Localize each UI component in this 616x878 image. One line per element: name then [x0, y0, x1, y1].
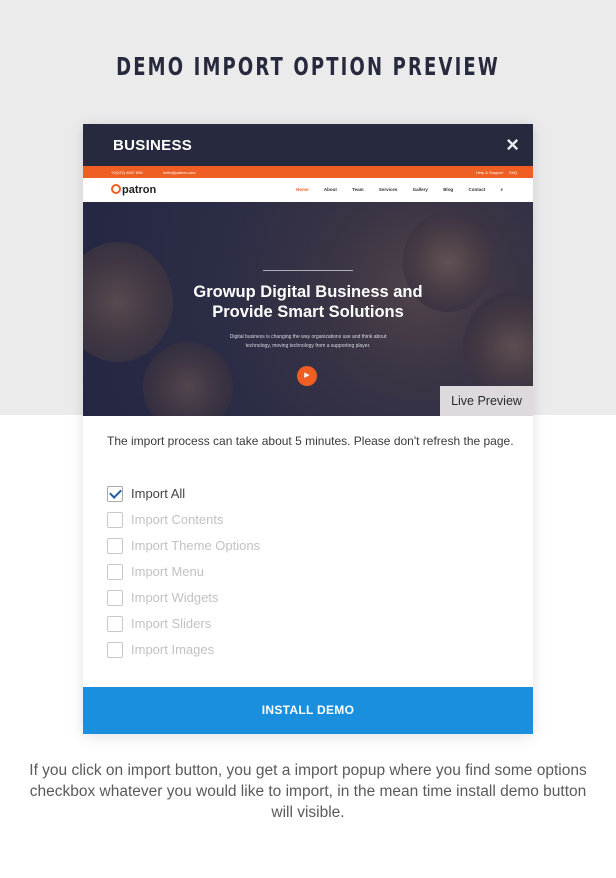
live-preview-button[interactable]: Live Preview — [440, 386, 533, 416]
preview-faq: FAQ — [508, 170, 517, 175]
preview-topbar: +0(123) 4567 890 hello@patron.com Help &… — [83, 166, 533, 178]
option-label: Import Widgets — [131, 590, 219, 605]
preview-nav-item: Team — [352, 187, 364, 192]
preview-nav-item: Gallery — [412, 187, 428, 192]
checkbox-checked[interactable] — [107, 486, 123, 502]
site-preview-image: +0(123) 4567 890 hello@patron.com Help &… — [83, 166, 533, 416]
checkbox[interactable] — [107, 538, 123, 554]
preview-help: Help & Support — [475, 170, 503, 175]
modal-title: BUSINESS — [113, 137, 193, 154]
option-label: Import Theme Options — [131, 538, 261, 553]
preview-nav-item: Services — [378, 187, 398, 192]
preview-search-icon: ⌕ — [500, 187, 503, 192]
preview-navbar: patron Home About Team Services Gallery … — [83, 178, 533, 202]
checkbox[interactable] — [107, 564, 123, 580]
preview-nav: Home About Team Services Gallery Blog Co… — [282, 187, 503, 192]
hero-divider — [263, 270, 353, 271]
option-label: Import Menu — [131, 564, 204, 579]
modal-header: BUSINESS × — [83, 124, 533, 166]
play-icon: ▶ — [297, 366, 317, 386]
option-label: Import All — [131, 486, 186, 501]
import-modal: BUSINESS × +0(123) 4567 890 hello@patron… — [83, 124, 533, 734]
checkbox[interactable] — [107, 590, 123, 606]
preview-hero: Growup Digital Business and Provide Smar… — [83, 202, 533, 416]
checkbox[interactable] — [107, 616, 123, 632]
checkbox[interactable] — [107, 512, 123, 528]
option-label: Import Sliders — [131, 616, 212, 631]
preview-logo: patron — [111, 184, 156, 196]
install-demo-button[interactable]: INSTALL DEMO — [83, 687, 533, 734]
caption-text: If you click on import button, you get a… — [29, 762, 587, 821]
import-notice: The import process can take about 5 minu… — [107, 434, 514, 448]
close-icon[interactable]: × — [506, 132, 519, 158]
option-label: Import Images — [131, 642, 215, 657]
hero-subtitle: Digital business is changing the way org… — [229, 334, 387, 349]
preview-phone: +0(123) 4567 890 — [111, 170, 143, 175]
preview-email: hello@patron.com — [163, 170, 196, 175]
preview-nav-item: Contact — [468, 187, 486, 192]
option-label: Import Contents — [131, 512, 224, 527]
checkbox[interactable] — [107, 642, 123, 658]
hero-title: Growup Digital Business and Provide Smar… — [193, 283, 423, 321]
logo-icon — [111, 184, 121, 194]
preview-nav-item: About — [323, 187, 337, 192]
preview-nav-item: Blog — [443, 187, 454, 192]
preview-nav-item: Home — [296, 187, 309, 192]
page-heading: DEMO IMPORT OPTION PREVIEW — [116, 52, 500, 81]
